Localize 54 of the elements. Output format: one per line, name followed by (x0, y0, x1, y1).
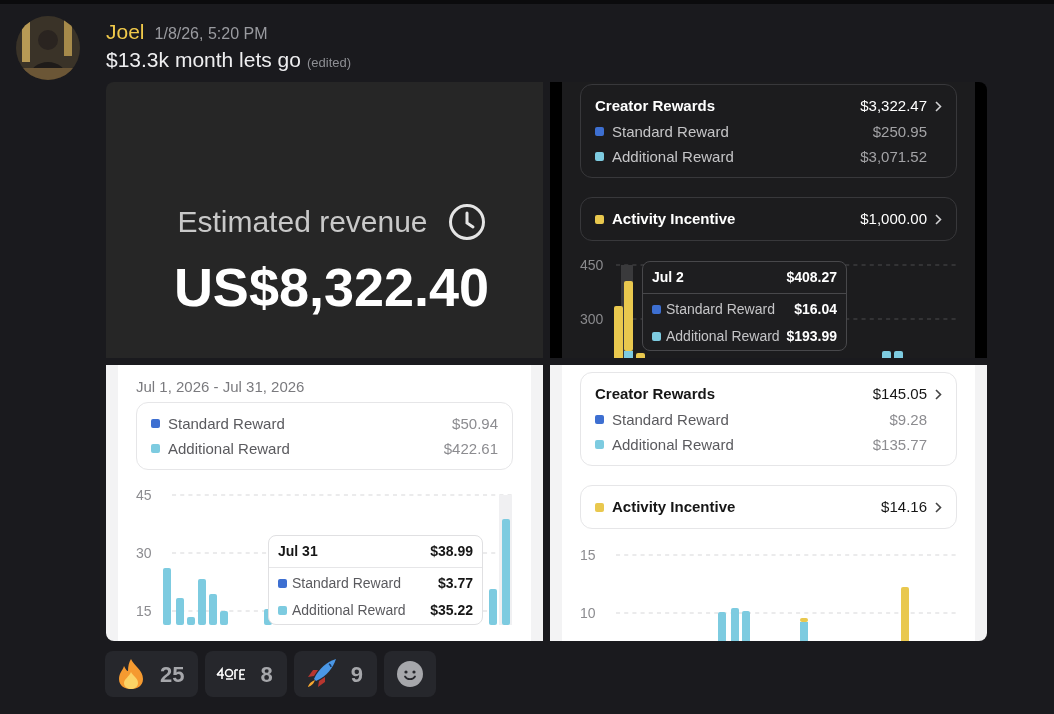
reaction-button[interactable]: 25 (105, 651, 199, 697)
group-total: $145.05 (872, 384, 927, 404)
summary-card[interactable]: Standard Reward $50.94 Additional Reward $422.61 (136, 402, 513, 470)
group-total: $14.16 (881, 497, 927, 517)
tooltip-label: Standard Reward (292, 574, 401, 593)
axis-tick-label: 15 (136, 601, 153, 621)
edited-label: (edited) (306, 54, 352, 72)
group-title: Activity Incentive (612, 497, 736, 517)
legend-label: Standard Reward (612, 122, 729, 142)
group-total: $1,000.00 (860, 209, 927, 229)
legend-label: Additional Reward (612, 435, 734, 455)
axis-tick-label: 300 (580, 309, 605, 329)
axis-tick-label: 15 (580, 545, 597, 565)
tooltip-date: Jul 31 (278, 542, 318, 561)
legend-value: $135.77 (872, 435, 927, 455)
axis-tick-label: 45 (136, 485, 153, 505)
revenue-amount: US$8,322.40 (173, 257, 490, 317)
tooltip-label: Additional Reward (666, 327, 780, 346)
author-name[interactable]: Joel (106, 16, 145, 48)
legend-value: $50.94 (452, 414, 498, 434)
timestamp: 1/8/26, 5:20 PM (154, 24, 268, 44)
legend-value: $250.95 (872, 122, 927, 142)
reaction-button[interactable]: 9 (293, 651, 377, 697)
legend-value: $422.61 (443, 439, 498, 459)
summary-card[interactable]: Creator Rewards $3,322.47 Standard Reward $250.95 Additional Reward $3,071.52 (580, 84, 957, 178)
group-title: Activity Incentive (612, 209, 736, 229)
message-text: $13.3k month lets go (106, 47, 301, 73)
tooltip-value: $16.04 (794, 300, 837, 319)
axis-tick-label: 450 (580, 255, 605, 275)
tooltip-label: Standard Reward (666, 300, 775, 319)
legend-label: Standard Reward (612, 410, 729, 430)
legend-value: $9.28 (889, 410, 927, 430)
axis-tick-label: 10 (580, 603, 597, 623)
reaction-button[interactable]: 8 (205, 651, 287, 697)
tooltip-value: $35.22 (430, 601, 473, 620)
group-title: Creator Rewards (595, 96, 716, 116)
legend-label: Standard Reward (168, 414, 285, 434)
tooltip-total: $38.99 (430, 542, 473, 561)
legend-label: Additional Reward (612, 147, 734, 167)
tooltip-value: $3.77 (437, 574, 473, 593)
group-title: Creator Rewards (595, 384, 716, 404)
group-total: $3,322.47 (860, 96, 927, 116)
summary-card[interactable]: Activity Incentive $1,000.00 (580, 197, 957, 241)
tooltip-date: Jul 2 (652, 268, 684, 287)
legend-label: Additional Reward (168, 439, 290, 459)
tooltip-total: $408.27 (786, 268, 837, 287)
date-range: Jul 1, 2026 - Jul 31, 2026 (136, 377, 306, 397)
legend-value: $3,071.52 (860, 147, 927, 167)
axis-tick-label: 30 (136, 543, 153, 563)
tooltip-label: Additional Reward (292, 601, 406, 620)
summary-card[interactable]: Creator Rewards $145.05 Standard Reward $9.28 Additional Reward $135.77 (580, 372, 957, 466)
summary-card[interactable]: Activity Incentive $14.16 (580, 485, 957, 529)
revenue-title: Estimated revenue (177, 204, 428, 240)
tooltip-value: $193.99 (786, 327, 837, 346)
